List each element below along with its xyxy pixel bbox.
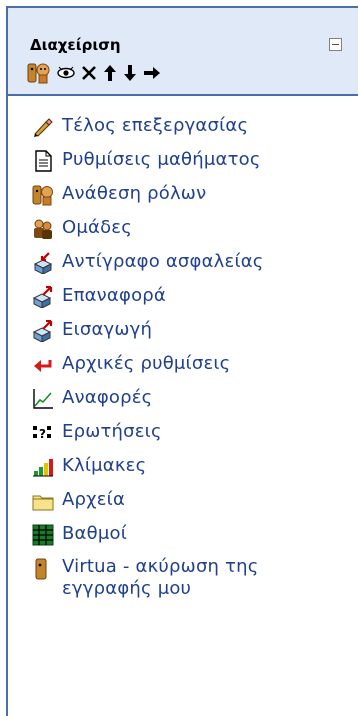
edit-pencil-icon: [34, 118, 53, 137]
move-down-icon[interactable]: [122, 61, 138, 85]
menu-item-label: Αναφορές: [62, 387, 153, 408]
menu-item-label: Κλίμακες: [62, 455, 147, 476]
menu-item-reports[interactable]: Αναφορές: [32, 386, 360, 416]
menu-item-label: Βαθμοί: [62, 523, 127, 544]
menu-item-import[interactable]: Εισαγωγή: [32, 318, 360, 348]
svg-text:?: ?: [39, 427, 46, 441]
menu-item-groups[interactable]: Ομάδες: [32, 216, 360, 246]
scales-icon: [33, 459, 53, 477]
move-right-icon[interactable]: [142, 61, 162, 85]
administration-block: Διαχείριση Τέλος επεξεργασίας Ρυθμίσεις …: [6, 6, 358, 716]
menu-item-label: Τέλος επεξεργασίας: [62, 115, 249, 136]
reports-icon: [33, 389, 53, 409]
menu-item-course-settings[interactable]: Ρυθμίσεις μαθήματος: [32, 148, 360, 178]
block-title: Διαχείριση: [30, 36, 121, 54]
eye-icon[interactable]: [56, 61, 76, 85]
questions-icon: ?: [33, 426, 51, 441]
block-header: Διαχείριση: [8, 8, 358, 96]
menu-item-grades[interactable]: Βαθμοί: [32, 522, 360, 552]
menu-item-files[interactable]: Αρχεία: [32, 488, 360, 518]
menu-item-scales[interactable]: Κλίμακες: [32, 454, 360, 484]
menu-item-restore[interactable]: Επαναφορά: [32, 284, 360, 314]
backup-icon: [33, 252, 53, 274]
menu-item-questions[interactable]: ? Ερωτήσεις: [32, 420, 360, 450]
grades-icon: [32, 524, 54, 546]
collapse-button[interactable]: [329, 38, 342, 51]
delete-icon[interactable]: [80, 61, 98, 85]
settings-doc-icon: [35, 150, 52, 172]
menu-item-label: Επαναφορά: [62, 285, 166, 306]
menu-item-label: Virtua - ακύρωση της εγγραφής μου: [62, 556, 259, 599]
menu-item-backup[interactable]: Αντίγραφο ασφαλείας: [32, 250, 360, 280]
menu-item-unenrol[interactable]: Virtua - ακύρωση της εγγραφής μου: [32, 556, 360, 612]
menu-item-assign-roles[interactable]: Ανάθεση ρόλων: [32, 182, 360, 212]
menu-item-label: Εισαγωγή: [62, 319, 153, 340]
reset-icon: [34, 360, 52, 372]
menu-item-label: Ομάδες: [62, 217, 132, 238]
menu-item-label: Αρχεία: [62, 489, 126, 510]
restore-icon: [32, 286, 53, 308]
menu-item-reset[interactable]: Αρχικές ρυθμίσεις: [32, 352, 360, 382]
groups-icon: [34, 219, 52, 239]
menu-item-label: Ανάθεση ρόλων: [62, 183, 207, 204]
menu-item-label: Αρχικές ρυθμίσεις: [62, 353, 231, 374]
import-icon: [32, 320, 53, 342]
assign-roles-icon[interactable]: [26, 61, 52, 85]
block-controls: [26, 60, 166, 86]
menu-item-turn-editing-off[interactable]: Τέλος επεξεργασίας: [32, 114, 360, 144]
menu-item-label: Ερωτήσεις: [62, 421, 162, 442]
roles-icon: [32, 185, 53, 206]
menu-item-label: Ρυθμίσεις μαθήματος: [62, 149, 261, 170]
unenrol-icon: [35, 558, 47, 580]
move-up-icon[interactable]: [102, 61, 118, 85]
folder-icon: [32, 495, 54, 511]
menu-item-label: Αντίγραφο ασφαλείας: [62, 251, 264, 272]
